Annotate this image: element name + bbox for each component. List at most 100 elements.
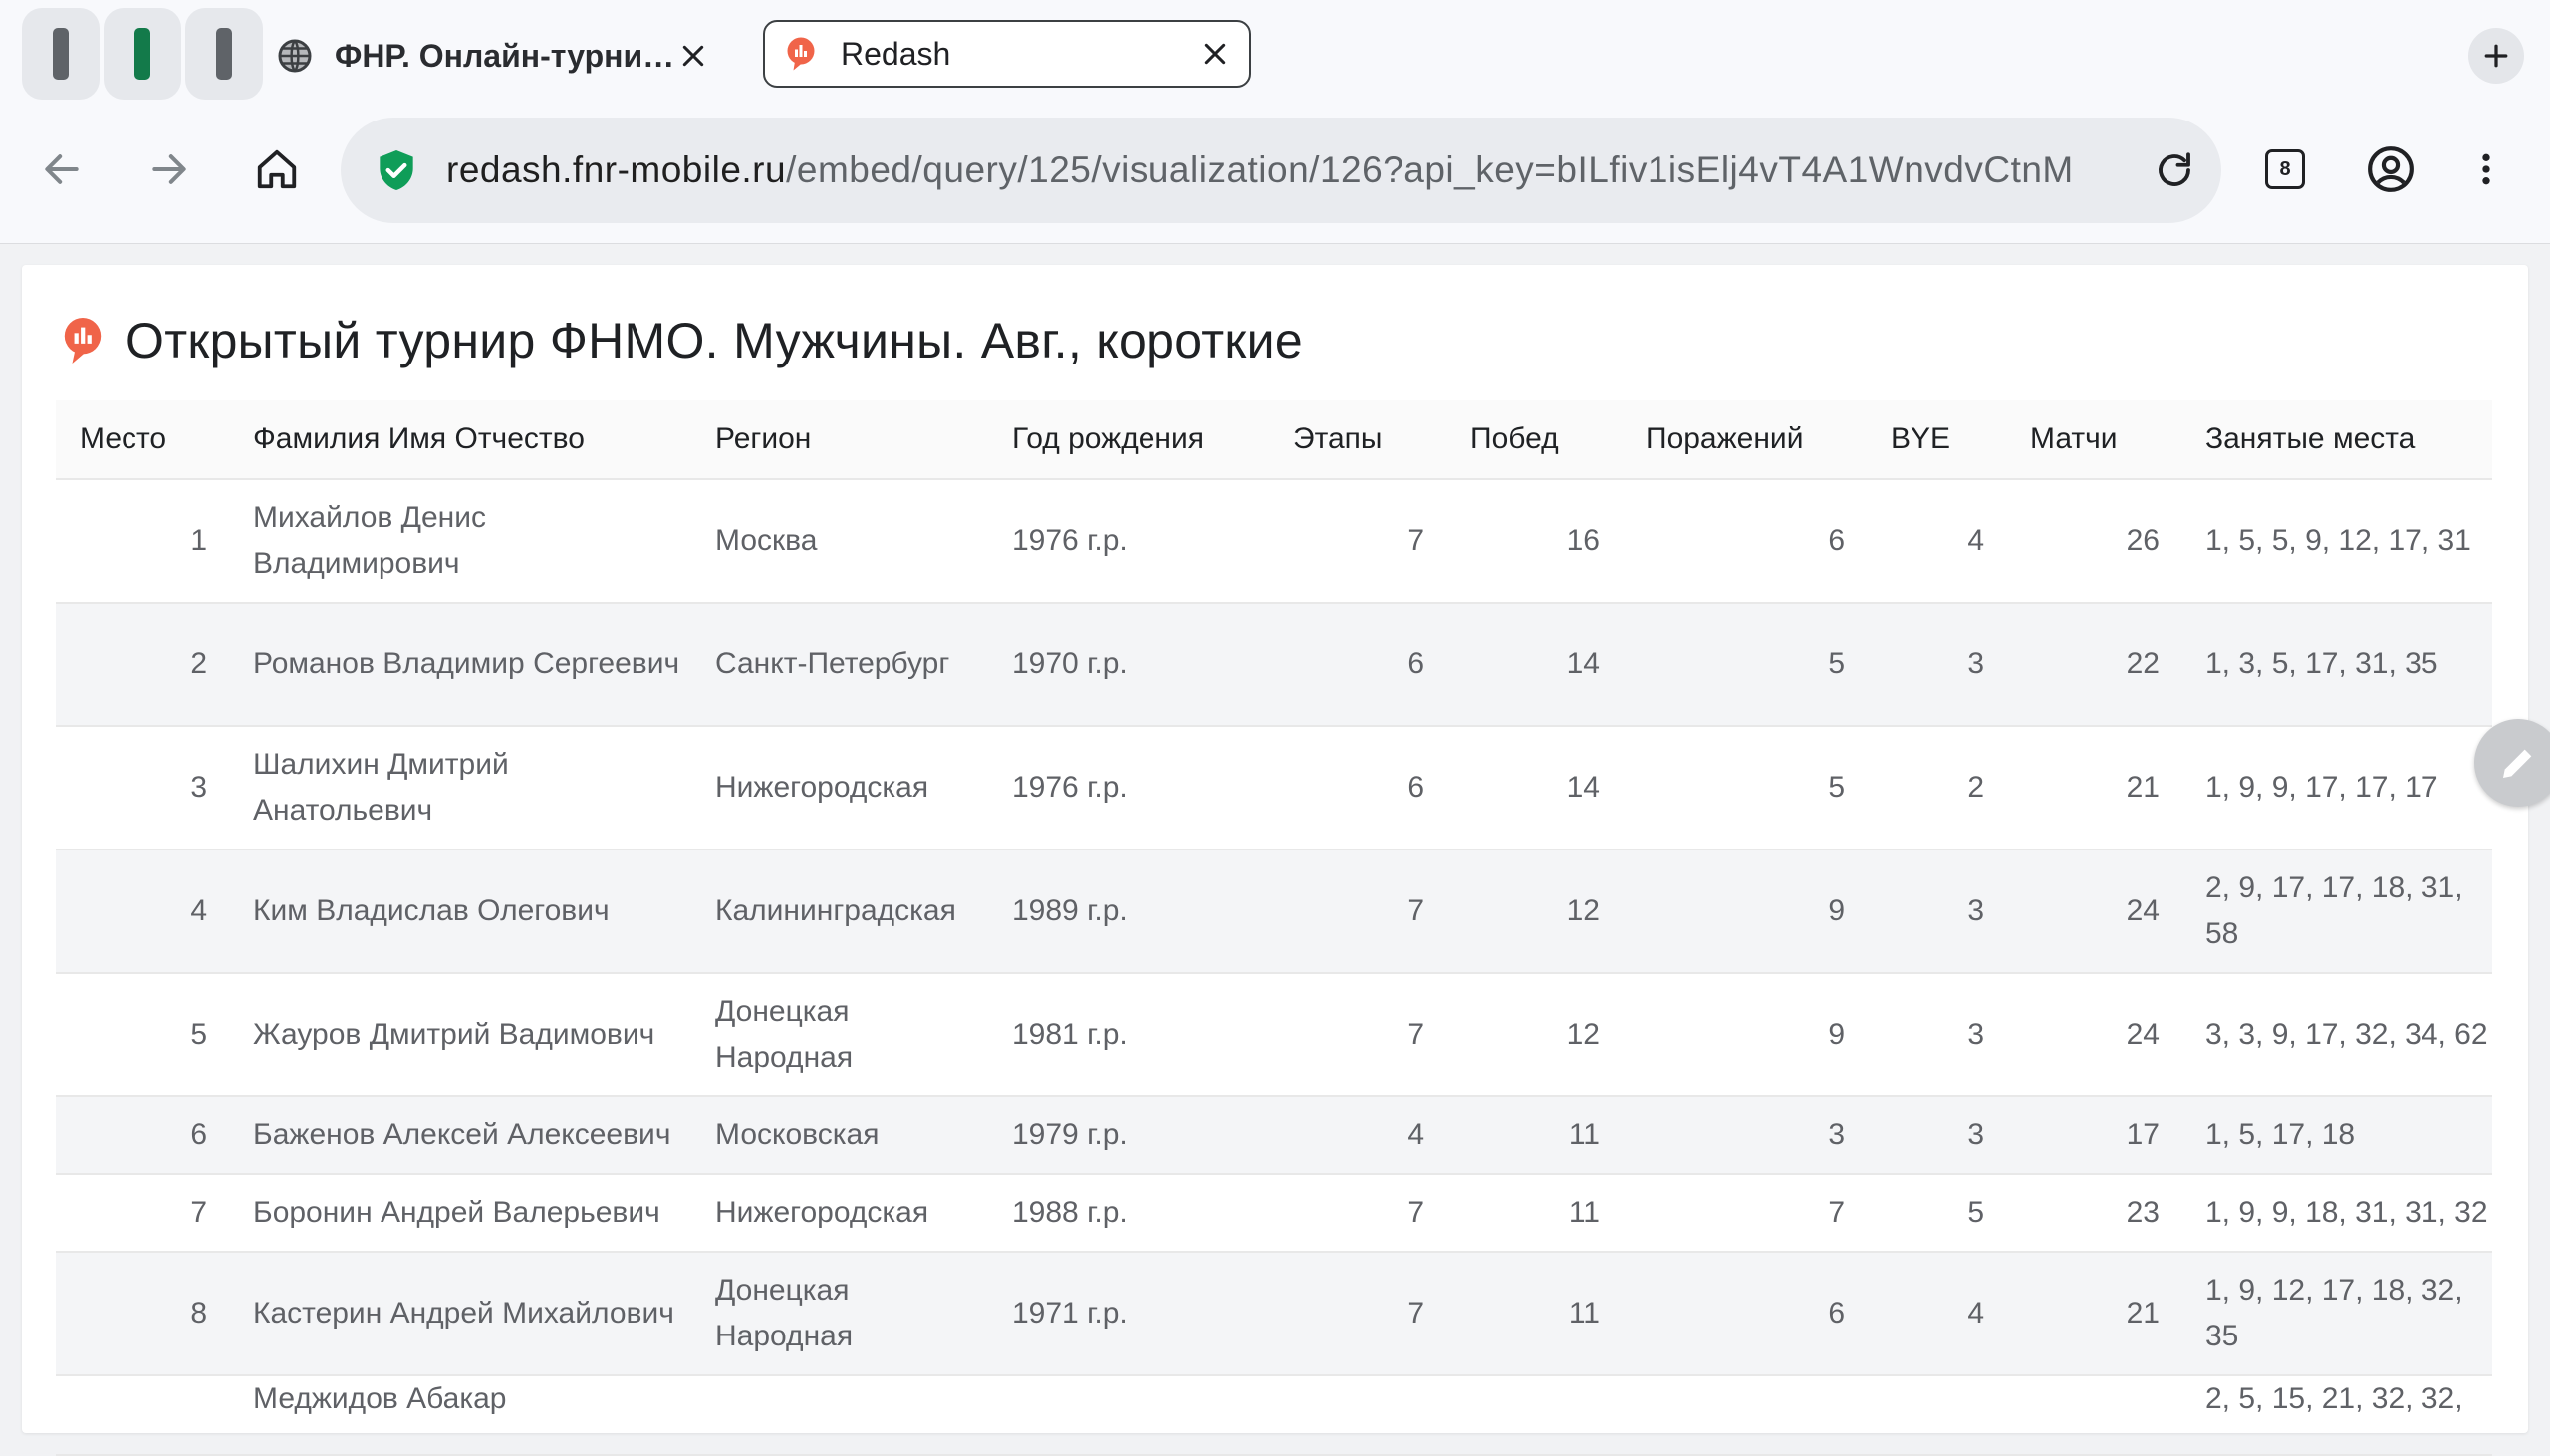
cell-region: Санкт-Петербург bbox=[691, 603, 988, 727]
table-row: 3 Шалихин Дмитрий Анатольевич Нижегородска… bbox=[56, 726, 2492, 850]
redash-logo-icon bbox=[781, 34, 821, 74]
cell-bye bbox=[1867, 1375, 2006, 1456]
tab-fnr[interactable]: ФНР. Онлайн-турни… bbox=[259, 14, 727, 98]
cell-name: Михайлов Денис Владимирович bbox=[229, 479, 691, 604]
cell-region: Нижегородская bbox=[691, 1174, 988, 1253]
cell-place: 4 bbox=[56, 849, 229, 974]
account-button[interactable] bbox=[2359, 137, 2422, 201]
column-header[interactable]: Побед bbox=[1446, 400, 1622, 480]
column-header[interactable]: Год рождения bbox=[988, 400, 1269, 480]
page-header: Открытый турнир ФНМО. Мужчины. Авг., кор… bbox=[60, 301, 1303, 380]
column-header[interactable]: Регион bbox=[691, 400, 988, 480]
cell-birth: 1970 г.р. bbox=[988, 603, 1269, 727]
back-button[interactable] bbox=[30, 137, 94, 201]
table-row: 6 Баженов Алексей Алексеевич Московская 197… bbox=[56, 1096, 2492, 1175]
cell-losses: 6 bbox=[1622, 479, 1867, 604]
cell-region bbox=[691, 1375, 988, 1456]
cell-losses: 9 bbox=[1622, 849, 1867, 974]
cell-region: Донецкая Народная bbox=[691, 973, 988, 1097]
globe-icon bbox=[275, 36, 315, 76]
cell-wins: 16 bbox=[1446, 479, 1622, 604]
cell-losses: 5 bbox=[1622, 726, 1867, 850]
address-bar[interactable]: redash.fnr-mobile.ru/embed/query/125/vis… bbox=[341, 118, 2221, 223]
menu-button[interactable] bbox=[2454, 137, 2518, 201]
tab-switcher-button[interactable]: 8 bbox=[2253, 137, 2317, 201]
cell-bye: 4 bbox=[1867, 479, 2006, 604]
cell-stages: 7 bbox=[1269, 1252, 1446, 1376]
column-header[interactable]: Поражений bbox=[1622, 400, 1867, 480]
cell-losses: 9 bbox=[1622, 973, 1867, 1097]
embed-card: Открытый турнир ФНМО. Мужчины. Авг., кор… bbox=[22, 265, 2528, 1456]
account-circle-icon bbox=[2368, 146, 2414, 192]
cell-name: Баженов Алексей Алексеевич bbox=[229, 1096, 691, 1175]
cell-birth: 1988 г.р. bbox=[988, 1174, 1269, 1253]
column-header[interactable]: Место bbox=[56, 400, 229, 480]
cell-wins: 14 bbox=[1446, 726, 1622, 850]
cell-losses bbox=[1622, 1375, 1867, 1456]
column-header[interactable]: BYE bbox=[1867, 400, 2006, 480]
url-path: /embed/query/125/visualization/126?api_k… bbox=[786, 149, 2074, 190]
cell-stages: 7 bbox=[1269, 973, 1446, 1097]
cell-losses: 7 bbox=[1622, 1174, 1867, 1253]
table-row: 8 Кастерин Андрей Михайлович Донецкая Наро… bbox=[56, 1252, 2492, 1376]
cell-name: Романов Владимир Сергеевич bbox=[229, 603, 691, 727]
close-icon[interactable] bbox=[1193, 32, 1237, 76]
cell-place: 8 bbox=[56, 1252, 229, 1376]
cell-wins: 11 bbox=[1446, 1252, 1622, 1376]
cell-losses: 6 bbox=[1622, 1252, 1867, 1376]
cell-place: 6 bbox=[56, 1096, 229, 1175]
cell-name: Кастерин Андрей Михайлович bbox=[229, 1252, 691, 1376]
tab-strip: ФНР. Онлайн-турни… Redash bbox=[0, 0, 2550, 112]
cell-wins: 11 bbox=[1446, 1174, 1622, 1253]
tab-redash[interactable]: Redash bbox=[763, 20, 1251, 88]
cell-matches: 17 bbox=[2006, 1096, 2181, 1175]
cell-bye: 5 bbox=[1867, 1174, 2006, 1253]
cell-region: Нижегородская bbox=[691, 726, 988, 850]
cell-region: Калининградская bbox=[691, 849, 988, 974]
column-header[interactable]: Этапы bbox=[1269, 400, 1446, 480]
cell-places: 3, 3, 9, 17, 32, 34, 62 bbox=[2181, 973, 2492, 1097]
cell-name: Меджидов Абакар bbox=[229, 1375, 691, 1456]
tab-group-chip[interactable] bbox=[22, 8, 100, 100]
forward-button[interactable] bbox=[137, 137, 201, 201]
column-header[interactable]: Фамилия Имя Отчество bbox=[229, 400, 691, 480]
more-vert-icon bbox=[2482, 153, 2490, 185]
cell-name: Жауров Дмитрий Вадимович bbox=[229, 973, 691, 1097]
cell-birth: 1989 г.р. bbox=[988, 849, 1269, 974]
reload-icon bbox=[2159, 152, 2190, 186]
results-table: Место Фамилия Имя Отчество Регион Год ро… bbox=[56, 400, 2492, 1456]
cell-bye: 3 bbox=[1867, 849, 2006, 974]
cell-stages: 7 bbox=[1269, 849, 1446, 974]
tab-group-chip[interactable] bbox=[104, 8, 181, 100]
cell-birth: 1979 г.р. bbox=[988, 1096, 1269, 1175]
cell-places: 1, 5, 5, 9, 12, 17, 31 bbox=[2181, 479, 2492, 604]
reload-button[interactable] bbox=[2148, 143, 2201, 197]
cell-stages bbox=[1269, 1375, 1446, 1456]
tab-count-badge: 8 bbox=[2265, 149, 2305, 189]
cell-places: 1, 9, 9, 18, 31, 31, 32 bbox=[2181, 1174, 2492, 1253]
cell-wins bbox=[1446, 1375, 1622, 1456]
close-icon[interactable] bbox=[671, 34, 715, 78]
cell-matches: 22 bbox=[2006, 603, 2181, 727]
shield-check-icon bbox=[377, 148, 416, 192]
home-button[interactable] bbox=[245, 137, 309, 201]
cell-name: Шалихин Дмитрий Анатольевич bbox=[229, 726, 691, 850]
tab-group-chip[interactable] bbox=[185, 8, 263, 100]
tab-group-color-bar bbox=[216, 28, 232, 80]
cell-region: Донецкая Народная bbox=[691, 1252, 988, 1376]
cell-name: Боронин Андрей Валерьевич bbox=[229, 1174, 691, 1253]
cell-matches: 23 bbox=[2006, 1174, 2181, 1253]
column-header[interactable]: Матчи bbox=[2006, 400, 2181, 480]
cell-losses: 5 bbox=[1622, 603, 1867, 727]
table-header-row: Место Фамилия Имя Отчество Регион Год ро… bbox=[56, 400, 2492, 480]
cell-places: 1, 3, 5, 17, 31, 35 bbox=[2181, 603, 2492, 727]
cell-places: 1, 9, 12, 17, 18, 32, 35 bbox=[2181, 1252, 2492, 1376]
cell-matches: 24 bbox=[2006, 973, 2181, 1097]
cell-place: 3 bbox=[56, 726, 229, 850]
cell-places: 1, 9, 9, 17, 17, 17 bbox=[2181, 726, 2492, 850]
arrow-right-icon bbox=[152, 154, 186, 184]
column-header[interactable]: Занятые места bbox=[2181, 400, 2492, 480]
cell-stages: 6 bbox=[1269, 603, 1446, 727]
new-tab-button[interactable] bbox=[2468, 28, 2524, 84]
cell-place: 2 bbox=[56, 603, 229, 727]
